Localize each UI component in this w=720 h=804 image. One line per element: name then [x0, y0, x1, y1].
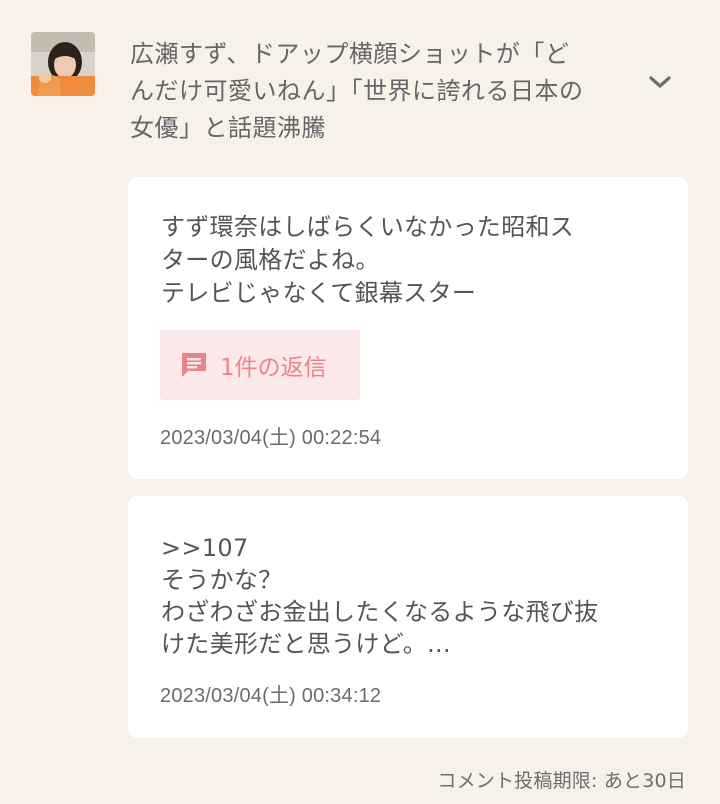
comment-timestamp: 2023/03/04(土) 00:22:54 [160, 427, 382, 449]
comment-card: すず環奈はしばらくいなかった昭和ス ターの風格だよね。 テレビじゃなくて銀幕スタ… [128, 177, 688, 479]
reply-count-label: 1件の返信 [220, 355, 327, 381]
article-title[interactable]: 広瀬すず、ドアップ横顔ショットが「どんだけ可愛いねん」「世界に誇れる日本の女優」… [130, 36, 590, 147]
comment-card: >>107 そうかな？ わざわざお金出したくなるような飛び抜 けた美形だと思うけ… [128, 496, 688, 738]
comment-timestamp: 2023/03/04(土) 00:34:12 [160, 685, 382, 707]
reply-count-button[interactable]: 1件の返信 [160, 330, 360, 400]
comment-deadline-note: コメント投稿期限: あと30日 [437, 770, 686, 792]
article-header[interactable]: 広瀬すず、ドアップ横顔ショットが「どんだけ可愛いねん」「世界に誇れる日本の女優」… [0, 0, 720, 160]
article-thumbnail[interactable] [31, 32, 95, 96]
comment-icon [178, 349, 210, 381]
chevron-down-icon[interactable] [644, 66, 676, 98]
comment-text: すず環奈はしばらくいなかった昭和ス ターの風格だよね。 テレビじゃなくて銀幕スタ… [161, 213, 575, 307]
comment-text: >>107 そうかな？ わざわざお金出したくなるような飛び抜 けた美形だと思うけ… [161, 534, 599, 658]
